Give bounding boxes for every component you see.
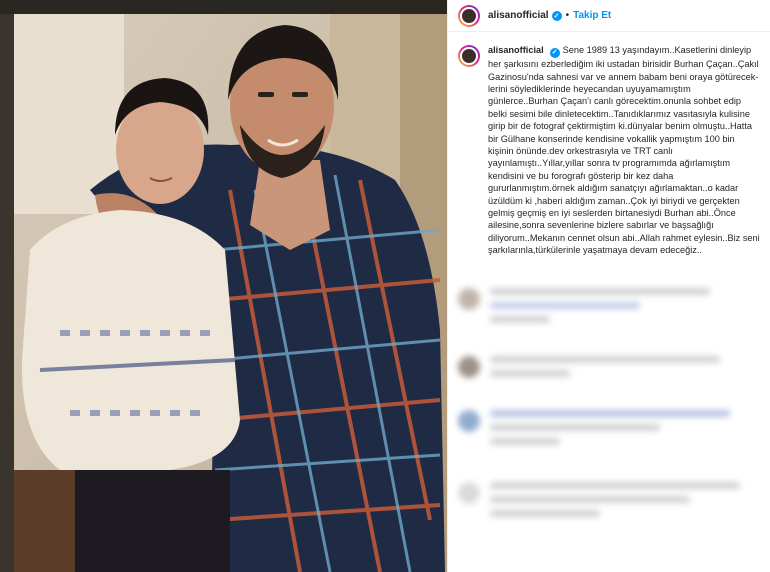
post-header: alisanofficial ✓ • Takip Et (448, 0, 770, 32)
post-caption: alisanofficial ✓ Sene 1989 13 yaşındayım..… (448, 32, 770, 257)
caption-text: Sene 1989 13 yaşındayım..Kasetlerini din… (488, 45, 760, 256)
caption-avatar-icon[interactable] (458, 45, 480, 67)
post-photo-image (0, 0, 447, 572)
caption-username[interactable]: alisanofficial (488, 45, 544, 55)
post-photo[interactable] (0, 0, 447, 572)
caption-body: alisanofficial ✓ Sene 1989 13 yaşındayım..… (488, 44, 760, 257)
comment-avatar-icon (458, 482, 480, 504)
post-sidebar: alisanofficial ✓ • Takip Et alisanoffici… (447, 0, 770, 572)
comment-avatar-icon (458, 288, 480, 310)
comment-avatar-icon (458, 356, 480, 378)
blurred-comment (458, 356, 720, 384)
header-username[interactable]: alisanofficial (488, 10, 549, 21)
caption-verified-badge-icon: ✓ (549, 48, 560, 59)
verified-badge-icon: ✓ (551, 10, 562, 21)
follow-button[interactable]: Takip Et (573, 10, 611, 21)
comment-avatar-icon (458, 410, 480, 432)
blurred-comment (458, 410, 730, 452)
blurred-comment (458, 482, 740, 524)
blurred-comment (458, 288, 710, 330)
avatar-icon[interactable] (458, 4, 480, 27)
header-separator: • (565, 10, 570, 21)
